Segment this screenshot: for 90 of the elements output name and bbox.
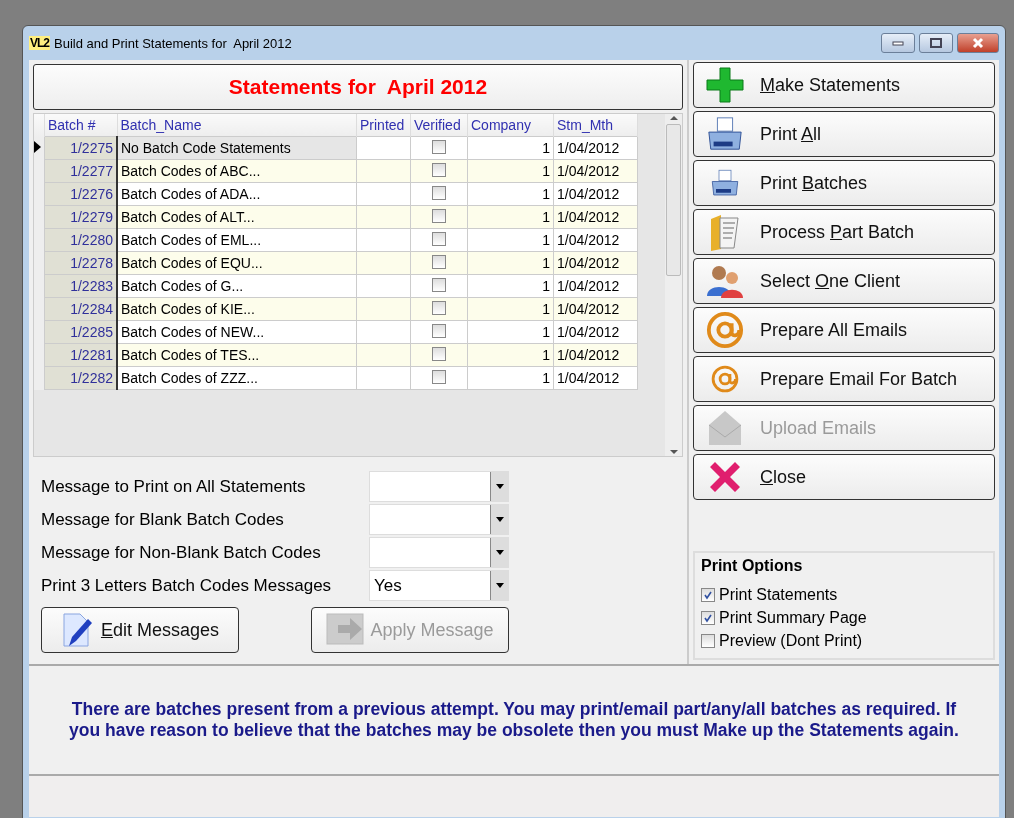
scrollbar[interactable] <box>665 114 682 456</box>
window-title: Build and Print Statements for April 2012 <box>54 35 293 51</box>
app-logo: VL2 <box>29 36 50 50</box>
table-cell[interactable]: Batch Codes of ADA... <box>117 182 357 206</box>
printer-icon <box>706 115 744 153</box>
table-cell[interactable]: Batch Codes of NEW... <box>117 320 357 344</box>
table-cell[interactable]: Batch Codes of G... <box>117 274 357 298</box>
people-icon <box>706 264 744 298</box>
pencil-icon <box>60 612 95 648</box>
table-cell[interactable]: Batch Codes of EQU... <box>117 251 357 275</box>
table-cell[interactable]: Batch Codes of ALT... <box>117 205 357 229</box>
table-cell[interactable]: Batch Codes of KIE... <box>117 297 357 321</box>
notice-message: There are batches present from a previous attempt. You may print/email part/any/all batches as required. If you have reason to believe that the batches may be obsolete then you must Make up the Statements again. <box>68 699 960 741</box>
table-cell: 1/2275 <box>44 136 117 160</box>
verified-checkbox[interactable] <box>432 208 446 223</box>
option-checkbox[interactable] <box>701 588 715 602</box>
table-cell: 1 <box>467 136 554 160</box>
dropdown-arrow-icon <box>495 550 504 555</box>
table-cell[interactable]: Batch Codes of ABC... <box>117 159 357 183</box>
table-cell[interactable]: No Batch Code Statements <box>117 136 357 160</box>
table-cell: 1/2282 <box>44 366 117 390</box>
maximize-icon <box>930 38 942 48</box>
action-button[interactable]: Prepare All Emails <box>693 307 995 353</box>
table-cell[interactable]: Batch Codes of TES... <box>117 343 357 367</box>
verified-checkbox[interactable] <box>432 185 446 200</box>
verified-checkbox[interactable] <box>432 369 446 384</box>
close-icon <box>708 460 742 494</box>
action-button[interactable]: Process Part Batch <box>693 209 995 255</box>
table-cell: 1/2283 <box>44 274 117 298</box>
verified-checkbox[interactable] <box>432 277 446 292</box>
column-header[interactable]: Stm_Mth <box>553 114 638 137</box>
option-label[interactable]: Preview (Dont Print) <box>719 632 863 650</box>
minimize-icon <box>892 40 904 46</box>
envelope-icon <box>707 409 743 447</box>
close-icon <box>972 37 984 49</box>
column-header[interactable]: Batch_Name <box>117 114 357 137</box>
at-icon <box>711 365 739 393</box>
message-label: Message for Blank Batch Codes <box>41 509 285 530</box>
option-label[interactable]: Print Statements <box>719 586 838 604</box>
action-button[interactable]: Print All <box>693 111 995 157</box>
scroll-up-icon[interactable] <box>669 114 678 122</box>
message-label: Message to Print on All Statements <box>41 476 307 497</box>
dropdown-arrow-icon <box>495 517 504 522</box>
close-button[interactable] <box>957 33 999 53</box>
verified-checkbox[interactable] <box>432 346 446 361</box>
current-row-icon <box>34 141 41 153</box>
column-header[interactable]: Printed <box>356 114 411 137</box>
column-header[interactable]: Verified <box>410 114 468 137</box>
action-button[interactable]: Print Batches <box>693 160 995 206</box>
table-cell: 1/2281 <box>44 343 117 367</box>
statements-heading: Statements for April 2012 <box>228 75 488 99</box>
verified-checkbox[interactable] <box>432 162 446 177</box>
plus-icon <box>705 67 745 103</box>
verified-checkbox[interactable] <box>432 231 446 246</box>
verified-checkbox[interactable] <box>432 323 446 338</box>
table-cell: 1/2276 <box>44 182 117 206</box>
column-header[interactable]: Batch # <box>44 114 117 137</box>
message-label: Print 3 Letters Batch Codes Messages <box>41 575 333 596</box>
option-checkbox[interactable] <box>701 634 715 648</box>
option-checkbox[interactable] <box>701 611 715 625</box>
table-cell[interactable]: Batch Codes of ZZZ... <box>117 366 357 390</box>
dropdown-arrow-icon <box>495 583 504 588</box>
verified-checkbox[interactable] <box>432 254 446 269</box>
table-cell[interactable]: Batch Codes of EML... <box>117 228 357 252</box>
table-cell: 1/2280 <box>44 228 117 252</box>
table-cell: 1/04/2012 <box>553 136 638 160</box>
table-cell: 1/2277 <box>44 159 117 183</box>
table-cell: 1/2279 <box>44 205 117 229</box>
at-icon <box>706 311 744 349</box>
table-cell: 1/2285 <box>44 320 117 344</box>
option-label[interactable]: Print Summary Page <box>719 609 867 627</box>
printer-icon <box>710 168 740 198</box>
action-button[interactable]: Make Statements <box>693 62 995 108</box>
maximize-button[interactable] <box>919 33 953 53</box>
action-button[interactable]: Prepare Email For Batch <box>693 356 995 402</box>
action-button[interactable]: Close <box>693 454 995 500</box>
verified-checkbox[interactable] <box>432 300 446 315</box>
action-button[interactable]: Select One Client <box>693 258 995 304</box>
panel-title: Print Options <box>701 557 804 575</box>
edit-message-button[interactable]: Edit Messages <box>41 607 239 653</box>
minimize-button[interactable] <box>881 33 915 53</box>
table-cell: 1/2284 <box>44 297 117 321</box>
table-cell: 1/2278 <box>44 251 117 275</box>
column-header[interactable]: Company <box>467 114 554 137</box>
message-dropdown[interactable]: Yes <box>369 570 509 601</box>
scroll-down-icon[interactable] <box>669 448 678 456</box>
message-label: Message for Non-Blank Batch Codes <box>41 542 322 563</box>
verified-checkbox[interactable] <box>432 139 446 154</box>
folder-icon <box>708 213 742 251</box>
dropdown-arrow-icon <box>495 484 504 489</box>
